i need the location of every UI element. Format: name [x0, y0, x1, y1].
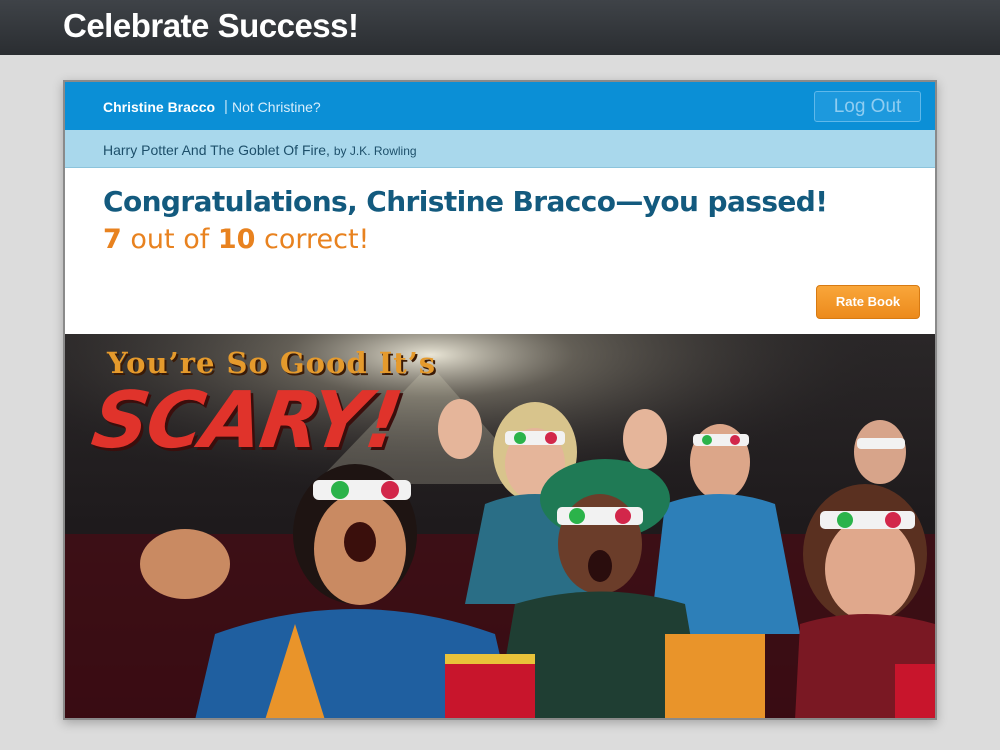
- score-correct-text: correct!: [263, 224, 370, 255]
- book-author: by J.K. Rowling: [333, 144, 417, 158]
- score-correct: 7: [103, 224, 122, 255]
- rate-book-button[interactable]: Rate Book: [816, 285, 920, 319]
- username: Christine Bracco: [103, 99, 216, 115]
- top-banner: Celebrate Success!: [0, 0, 1000, 55]
- book-title: Harry Potter And The Goblet Of Fire,: [103, 142, 330, 158]
- app-window: Christine Bracco | Not Christine? Log Ou…: [63, 80, 937, 720]
- congrats-message: Congratulations, Christine Bracco—you pa…: [103, 185, 828, 218]
- score-total: 10: [217, 224, 256, 255]
- logout-button[interactable]: Log Out: [814, 91, 921, 122]
- poster-scary-text: SCARY!: [86, 376, 407, 466]
- not-user-link[interactable]: Not Christine?: [232, 99, 321, 115]
- score-out-of: out of: [130, 224, 210, 255]
- banner-title: Celebrate Success!: [63, 7, 359, 44]
- book-bar: Harry Potter And The Goblet Of Fire, by …: [65, 130, 935, 168]
- user-separator: |: [224, 98, 228, 115]
- celebration-image: You’re So Good It’s SCARY!: [65, 334, 935, 718]
- poster-headline: You’re So Good It’s: [107, 346, 437, 380]
- user-bar: Christine Bracco | Not Christine? Log Ou…: [65, 82, 935, 130]
- book-title-line: Harry Potter And The Goblet Of Fire, by …: [103, 142, 417, 158]
- score-line: 7 out of 10 correct!: [103, 224, 369, 255]
